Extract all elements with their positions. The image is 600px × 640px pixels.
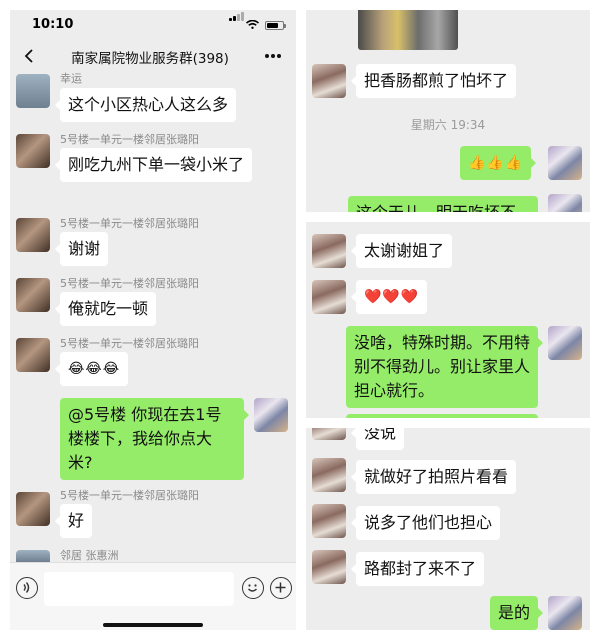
- message-bubble[interactable]: ❤️❤️❤️: [350, 280, 428, 314]
- my-avatar[interactable]: [254, 398, 288, 432]
- voice-icon[interactable]: [16, 577, 38, 599]
- sender-name: 5号楼一单元一楼邻居张璐阳: [60, 337, 199, 350]
- my-avatar[interactable]: [548, 326, 582, 360]
- status-time: 10:10: [32, 17, 74, 32]
- message-bubble[interactable]: 路都封了来不了: [350, 552, 485, 586]
- chat-nav-bar: 南家属院物业服务群(398): [10, 38, 296, 74]
- avatar[interactable]: [312, 280, 346, 314]
- chat-screen-left: 10:10 南家属院物业服务群(398) 幸运 这个小区热心人这么多 5号楼一单…: [10, 10, 296, 630]
- my-message-bubble[interactable]: 👍👍👍: [460, 146, 537, 180]
- timestamp: 星期六 19:34: [410, 118, 486, 132]
- chevron-left-icon[interactable]: [22, 48, 38, 64]
- avatar[interactable]: [312, 234, 346, 268]
- my-avatar[interactable]: [548, 596, 582, 630]
- message-bubble[interactable]: 刚吃九州下单一袋小米了: [55, 148, 252, 182]
- sender-name: 邻居 张惠洲: [60, 549, 119, 562]
- plus-icon[interactable]: [270, 577, 292, 599]
- sender-name: 5号楼一单元一楼邻居张璐阳: [60, 217, 199, 230]
- food-photo[interactable]: [358, 10, 458, 50]
- chat-screen-right-2: 太谢谢姐了 ❤️❤️❤️ 没啥，特殊时期。不用特别不得劲儿。别让家里人担心就行。: [306, 222, 590, 418]
- status-bar: 10:10: [10, 10, 296, 38]
- avatar[interactable]: [312, 550, 346, 584]
- sender-name: 5号楼一单元一楼邻居张璐阳: [60, 277, 199, 290]
- battery-level: [267, 23, 278, 28]
- my-avatar[interactable]: [548, 194, 582, 212]
- more-dots-icon[interactable]: [264, 53, 282, 59]
- avatar[interactable]: [312, 64, 346, 98]
- avatar[interactable]: [16, 278, 50, 312]
- message-bubble[interactable]: 就做好了拍照片看看: [350, 460, 517, 494]
- message-input[interactable]: [44, 572, 234, 606]
- avatar[interactable]: [16, 218, 50, 252]
- avatar[interactable]: [312, 428, 346, 440]
- avatar[interactable]: [16, 134, 50, 168]
- sender-name: 幸运: [60, 72, 82, 85]
- avatar[interactable]: [16, 338, 50, 372]
- message-bubble[interactable]: 太谢谢姐了: [350, 234, 453, 268]
- avatar[interactable]: [16, 550, 50, 562]
- my-message-bubble[interactable]: 这个天儿，明天吃坏不: [348, 196, 538, 212]
- battery-icon: [265, 21, 286, 30]
- chat-title: 南家属院物业服务群(398): [71, 51, 229, 67]
- chat-screen-right-3: 没说 就做好了拍照片看看 说多了他们也担心 路都封了来不了 是的: [306, 428, 590, 630]
- avatar[interactable]: [16, 492, 50, 526]
- my-message-bubble[interactable]: @5号楼 你现在去1号楼楼下，我给你点大米?: [60, 398, 249, 480]
- message-bubble[interactable]: 😂😂😂: [54, 352, 129, 386]
- chat-screen-right-1: 把香肠都煎了怕坏了 星期六 19:34 👍👍👍 这个天儿，明天吃坏不: [306, 10, 590, 212]
- wifi-icon: [246, 20, 259, 29]
- my-message-bubble[interactable]: 是的: [490, 596, 544, 630]
- my-message-bubble[interactable]: [346, 414, 538, 418]
- message-bubble[interactable]: 好: [54, 504, 93, 538]
- sender-name: 5号楼一单元一楼邻居张璐阳: [60, 133, 199, 146]
- my-avatar[interactable]: [548, 146, 582, 180]
- avatar[interactable]: [312, 458, 346, 492]
- message-bubble[interactable]: 把香肠都煎了怕坏了: [350, 64, 517, 98]
- emoji-icon[interactable]: [242, 577, 264, 599]
- avatar[interactable]: [312, 504, 346, 538]
- home-indicator: [103, 623, 203, 627]
- message-input-bar: [10, 562, 296, 630]
- avatar[interactable]: [16, 74, 50, 108]
- my-message-bubble[interactable]: 没啥，特殊时期。不用特别不得劲儿。别让家里人担心就行。: [346, 326, 543, 408]
- message-bubble[interactable]: 谢谢: [54, 232, 109, 266]
- message-bubble[interactable]: 说多了他们也担心: [350, 506, 501, 540]
- message-bubble[interactable]: 俺就吃一顿: [54, 292, 157, 326]
- message-bubble[interactable]: 这个小区热心人这么多: [54, 88, 237, 122]
- message-bubble[interactable]: 没说: [350, 428, 405, 450]
- sender-name: 5号楼一单元一楼邻居张璐阳: [60, 489, 199, 502]
